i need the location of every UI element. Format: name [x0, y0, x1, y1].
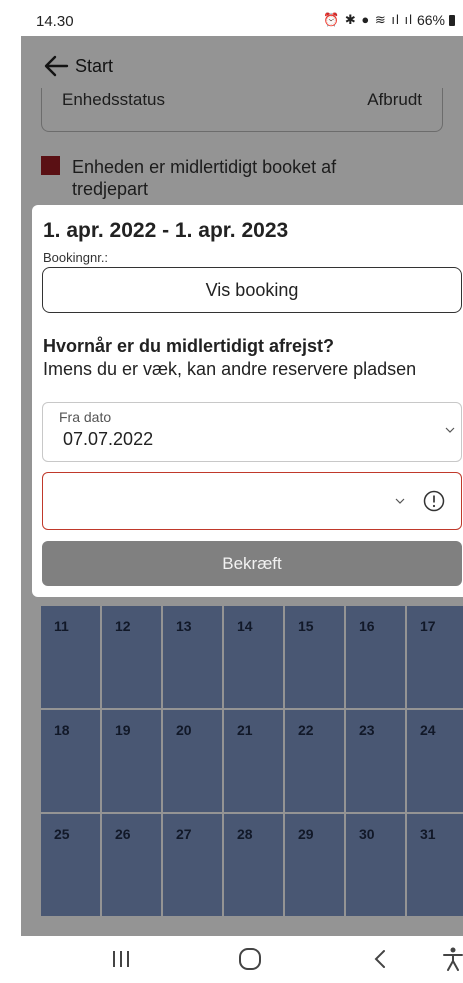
from-date-select[interactable]: Fra dato 07.07.2022 [42, 402, 462, 462]
error-icon [423, 490, 445, 512]
to-date-select[interactable] [42, 472, 462, 530]
system-nav-bar [0, 936, 463, 983]
question-title: Hvornår er du midlertidigt afrejst? [43, 336, 335, 356]
back-icon [374, 950, 385, 968]
home-icon [239, 948, 261, 970]
chevron-down-icon [395, 498, 405, 504]
recents-button[interactable] [101, 944, 141, 974]
status-time: 14.30 [36, 13, 74, 30]
home-button[interactable] [230, 944, 270, 974]
chevron-down-icon [445, 427, 455, 433]
accessibility-button[interactable] [433, 944, 463, 974]
battery-percent: 66% [416, 12, 445, 28]
from-date-label: Fra dato [59, 409, 112, 425]
booking-number-label: Bookingnr.: [43, 250, 109, 265]
absence-dialog: 1. apr. 2022 - 1. apr. 2023 Bookingnr.: … [32, 205, 463, 597]
booking-period: 1. apr. 2022 - 1. apr. 2023 [43, 219, 289, 242]
status-bar: 14.30 ⏰ ✱ ● ≋ ıl ıl 66% [0, 0, 463, 36]
status-indicator-icons: ⏰ ✱ ● ≋ ıl ıl [323, 12, 413, 27]
status-icons: ⏰ ✱ ● ≋ ıl ıl 66% [323, 12, 455, 28]
battery-icon [449, 14, 455, 26]
confirm-button[interactable]: Bekræft [42, 541, 462, 586]
recents-icon [113, 951, 129, 967]
question-subtitle: Imens du er væk, kan andre reservere pla… [43, 359, 417, 379]
back-button[interactable] [360, 944, 400, 974]
accessibility-icon [443, 947, 463, 971]
from-date-value: 07.07.2022 [63, 429, 154, 449]
show-booking-button[interactable]: Vis booking [42, 267, 462, 313]
